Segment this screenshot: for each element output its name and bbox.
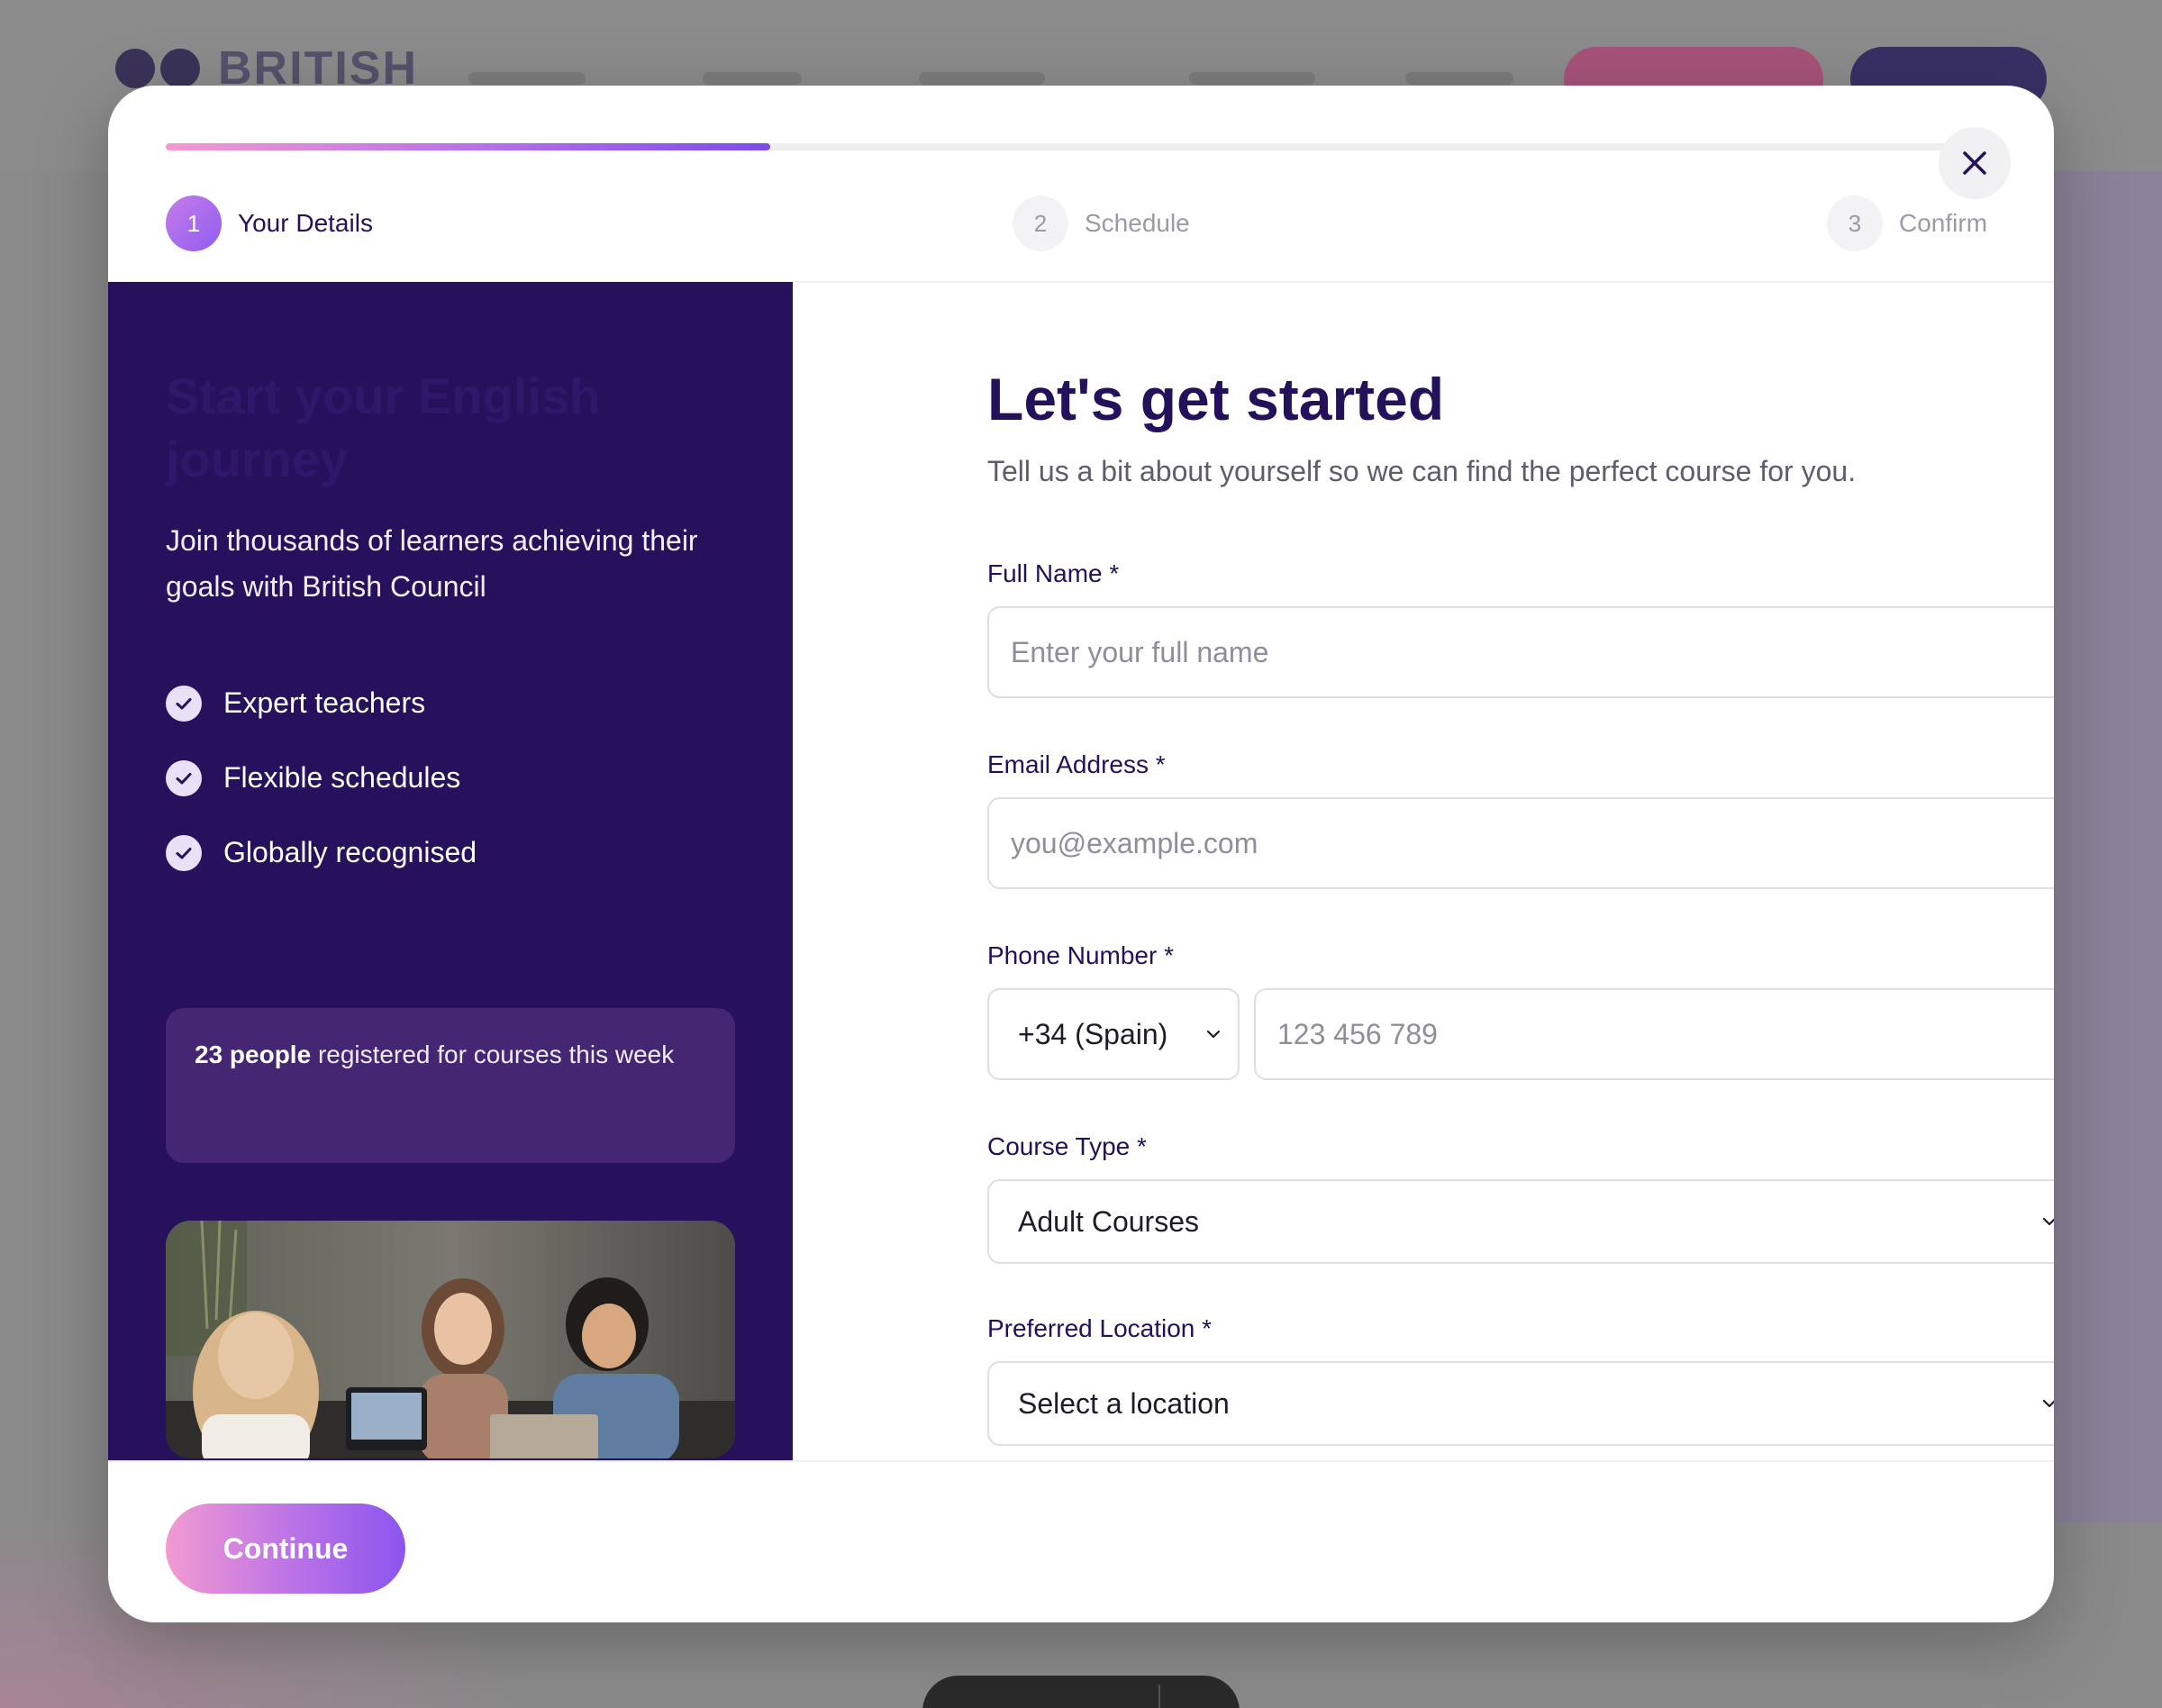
email-input[interactable] xyxy=(987,797,2054,889)
course-type-select[interactable]: Adult Courses xyxy=(987,1179,2054,1264)
social-proof-count: 23 people xyxy=(195,1040,312,1068)
info-heading: Start your English journey xyxy=(166,368,601,487)
country-code-value: +34 (Spain) xyxy=(1018,1017,1168,1050)
course-type-value: Adult Courses xyxy=(1018,1204,1199,1238)
step-label: Confirm xyxy=(1899,209,1988,237)
step-label: Your Details xyxy=(238,209,373,237)
phone-label: Phone Number * xyxy=(987,941,1175,969)
background-nav-item xyxy=(919,72,1045,85)
country-code-select[interactable]: +34 (Spain) xyxy=(987,988,1240,1080)
info-panel: Start your English journey Join thousand… xyxy=(108,282,793,1460)
social-proof-box: 23 people registered for courses this we… xyxy=(166,1008,735,1163)
close-icon xyxy=(1963,151,1986,175)
step-number: 1 xyxy=(166,195,222,251)
background-toolbar xyxy=(922,1676,1240,1708)
close-button[interactable] xyxy=(1939,127,2011,199)
check-circle-icon xyxy=(166,759,202,796)
registration-modal: 1 Your Details 2 Schedule 3 Confirm Star… xyxy=(108,86,2054,1622)
benefit-item: Expert teachers xyxy=(166,666,477,740)
full-name-label: Full Name * xyxy=(987,559,1120,587)
form-title: Let's get started xyxy=(987,366,1445,432)
form-subtitle: Tell us a bit about yourself so we can f… xyxy=(987,455,1857,487)
footer-divider xyxy=(108,1460,2054,1462)
benefit-text: Flexible schedules xyxy=(223,761,461,794)
background-nav-item xyxy=(468,72,586,85)
location-label: Preferred Location * xyxy=(987,1314,1213,1342)
location-select[interactable]: Select a location xyxy=(987,1361,2054,1446)
progress-fill xyxy=(166,143,770,150)
background-nav-item xyxy=(703,72,802,85)
chevron-down-icon xyxy=(2042,1399,2054,1408)
step-schedule[interactable]: 2 Schedule xyxy=(1013,195,1190,251)
background-hero xyxy=(2054,171,2162,1522)
students-photo xyxy=(166,1221,735,1458)
step-label: Schedule xyxy=(1085,209,1190,237)
chevron-down-icon xyxy=(2042,1217,2054,1226)
step-number: 3 xyxy=(1827,195,1883,251)
course-type-label: Course Type * xyxy=(987,1132,1147,1160)
step-confirm[interactable]: 3 Confirm xyxy=(1827,195,1987,251)
benefit-item: Flexible schedules xyxy=(166,740,477,815)
step-your-details[interactable]: 1 Your Details xyxy=(166,195,373,251)
benefit-text: Expert teachers xyxy=(223,686,426,719)
continue-button[interactable]: Continue xyxy=(166,1504,405,1594)
progress-bar xyxy=(166,143,1996,150)
benefit-item: Globally recognised xyxy=(166,815,477,890)
check-circle-icon xyxy=(166,685,202,722)
benefit-list: Expert teachers Flexible schedules Globa… xyxy=(166,666,477,890)
location-value: Select a location xyxy=(1018,1386,1230,1420)
background-nav-item xyxy=(1405,72,1513,85)
info-subtitle: Join thousands of learners achieving the… xyxy=(166,524,698,604)
registration-form: Let's get started Tell us a bit about yo… xyxy=(901,282,2054,1460)
social-proof-text: registered for courses this week xyxy=(311,1040,675,1068)
students-photo-illustration xyxy=(166,1221,735,1458)
email-label: Email Address * xyxy=(987,750,1166,778)
step-number: 2 xyxy=(1013,195,1068,251)
chevron-down-icon xyxy=(1206,1030,1221,1039)
phone-input[interactable] xyxy=(1254,988,2054,1080)
stepper: 1 Your Details 2 Schedule 3 Confirm xyxy=(166,195,1996,253)
check-circle-icon xyxy=(166,834,202,871)
background-nav-item xyxy=(1189,72,1315,85)
full-name-input[interactable] xyxy=(987,606,2054,698)
benefit-text: Globally recognised xyxy=(223,836,477,868)
